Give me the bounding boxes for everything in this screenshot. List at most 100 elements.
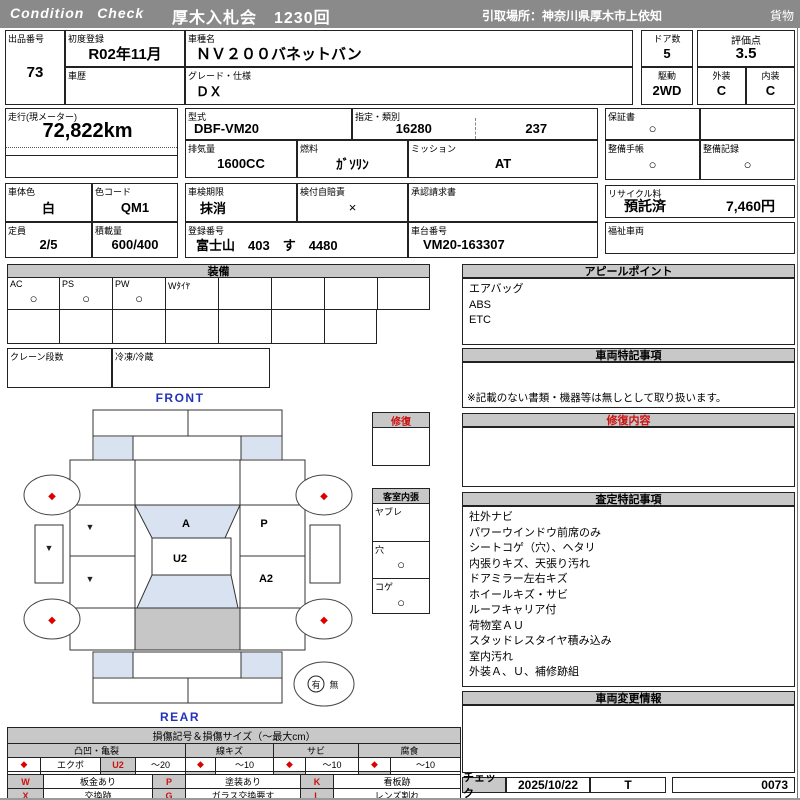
type-class-box: 指定・類別 16280 237 [352,108,598,140]
diamond-icon: ◆ [185,757,216,772]
rear-label: REAR [160,710,200,724]
assessment-title: 査定特記事項 [595,494,662,506]
equipment-cell-empty [166,309,219,344]
legend-group-dents: 凸凹・亀裂 [7,743,186,758]
model-name-box: 車種名 ＮＶ２００バネットバン [185,30,633,67]
windshield-code: A [182,518,190,530]
model-name: ＮＶ２００バネットバン [196,45,362,63]
maintenance-record-box: 整備記録 ○ [700,140,795,180]
assessment-lines: 社外ナビ パワーウインドウ前席のみ シートコゲ（穴）、ヘタリ 内張りキズ、天張り… [469,511,612,678]
doors-box: ドア数 5 [641,30,693,67]
panel-damage-mark-icon: ▼ [86,574,95,584]
chassis-number: VM20-163307 [423,237,505,252]
history [66,77,184,104]
repair-flag-value [373,428,429,466]
maintenance-book-mark: ○ [648,157,657,172]
equipment-mark: ○ [135,290,143,306]
repair-content-title: 修復内容 [606,415,651,427]
crane-box: クレーン段数 [7,348,112,388]
equipment-cell-empty [7,309,60,344]
lot-number-box: 出品番号 73 [5,30,65,105]
legend-cell: エクボ [40,757,101,772]
maintenance-book-box: 整備手帳 ○ [605,140,700,180]
change-info-header: 車両変更情報 [462,691,795,705]
recycle-fee-box: リサイクル料 預託済 7,460円 [605,185,795,218]
repair-content-box [462,427,795,487]
grade-box: グレード・仕様 ＤＸ [185,67,633,105]
legend-group-corrosion: 腐食 [357,743,462,758]
interior-grade: C [765,83,776,98]
left-side-panel [34,524,64,584]
change-info-title: 車両変更情報 [595,693,662,705]
legend-cell: ～10 [389,757,462,772]
cabin-row-tear: ヤブレ [373,504,429,542]
equipment-cell-pw: PW ○ [113,277,166,310]
cabin-mark [373,513,429,541]
displacement-box: 排気量 1600CC [185,140,297,178]
inspection-expiry: 抹消 [200,200,227,216]
spare-yes: 有 [311,679,320,690]
equipment-cell-empty [325,309,377,344]
equipment-mark: ○ [29,290,38,306]
roof-code: U2 [173,553,187,565]
recycle-amount: 7,460円 [726,198,776,214]
color-code-box: 色コード QM1 [92,183,178,222]
legend-code: W [7,774,44,789]
warranty-box: 保証書 ○ [605,108,700,140]
rear-gate-replaced-area [134,607,241,651]
assessment-header: 査定特記事項 [462,492,795,506]
check-inspector: T [590,777,666,793]
mileage-value: 72,822km [42,119,133,142]
maintenance-record-mark: ○ [743,157,752,172]
score-box: 評価点 3.5 [697,30,795,67]
check-date: 2025/10/22 [506,777,590,793]
rear-right-fender-highlight [241,653,281,677]
special-note: ※記載のない書類・機器等は無しとして取り扱います。 [467,392,727,404]
check-date-text: 2025/10/22 [517,778,579,792]
model-code-box: 型式 DBF-VM20 [185,108,352,140]
load-capacity: 600/400 [111,237,159,252]
cabin-row-burn: コゲ ○ [373,579,429,616]
pickup-location: 引取場所：神奈川県厚木市上依知 [482,9,663,23]
field-label: 冷凍/冷蔵 [115,352,154,362]
approval-box: 承認請求書 [408,183,598,222]
check-label: チェック [462,772,506,800]
recycle-status: 預託済 [624,198,666,214]
equipment-cell-empty [219,277,272,310]
divider [6,155,177,156]
front-right-fender-highlight [241,437,281,459]
drive-box: 駆動 2WD [641,67,693,105]
load-box: 積載量 600/400 [92,222,178,258]
legend-code: U2 [100,757,136,772]
model-code: DBF-VM20 [194,121,260,136]
wheel-damage-diamond-icon: ◆ [320,491,328,502]
legend-cell: 塗装あり [185,774,301,789]
inspection-box: 車検期限 抹消 [185,183,297,222]
divider [6,147,177,148]
body-color: 白 [41,200,55,216]
field-label: 承認請求書 [411,187,457,197]
color-code: QM1 [120,199,150,215]
appeal-box: エアバッグ ABS ETC [462,278,795,345]
equipment-row-2 [7,309,377,344]
chassis-number-box: 車台番号 VM20-163307 [408,222,598,258]
interior-grade-box: 内装 C [746,67,795,105]
welfare-box: 福祉車両 [605,222,795,254]
panel-damage-mark-icon: ▼ [45,543,54,553]
page-number: 0073 [761,778,788,792]
diamond-icon: ◆ [7,757,41,772]
fuel-box: 燃料 ｶﾞｿﾘﾝ [297,140,408,178]
auction-score: 3.5 [735,44,757,62]
mileage-box: 走行(現メーター) 72,822km [5,108,178,178]
grade: ＤＸ [196,84,223,99]
field-label: 福祉車両 [608,226,645,236]
insurance-mark: × [348,199,357,215]
page-number-box: 0073 [672,777,795,793]
equipment-cell-empty [219,309,272,344]
class-number: 237 [474,118,598,139]
diamond-icon: ◆ [273,757,306,772]
right-side-panel [309,524,341,584]
legend-cell: 板金あり [43,774,153,789]
legend-cell: ～10 [215,757,274,772]
equipment-header: 装備 [7,264,430,278]
